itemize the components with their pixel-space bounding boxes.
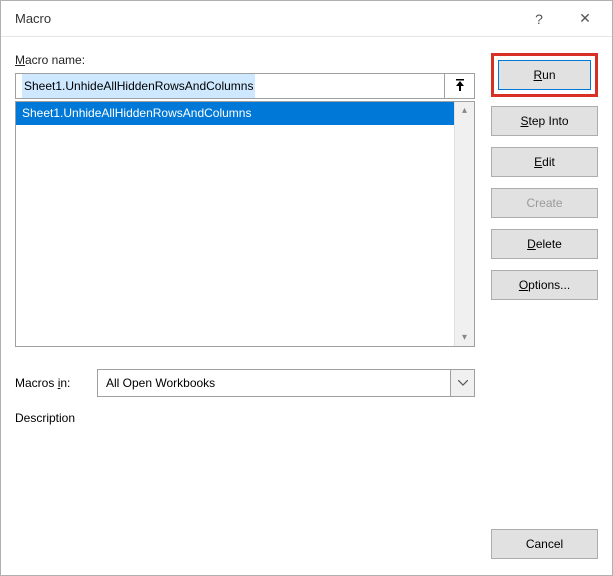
macros-in-combo[interactable]: All Open Workbooks [97,369,475,397]
scroll-up-icon: ▴ [462,105,467,116]
macro-name-row: Sheet1.UnhideAllHiddenRowsAndColumns [15,73,475,99]
close-button[interactable]: ✕ [562,3,608,35]
macro-listbox-wrap: Sheet1.UnhideAllHiddenRowsAndColumns ▴ ▾ [15,101,475,347]
macro-name-input[interactable]: Sheet1.UnhideAllHiddenRowsAndColumns [15,73,445,99]
macro-name-label: Macro name: [15,53,475,67]
dialog-title: Macro [15,11,516,26]
scroll-down-icon: ▾ [462,332,467,343]
macros-in-label: Macros in: [15,376,85,390]
macros-in-selected: All Open Workbooks [98,370,450,396]
titlebar: Macro ? ✕ [1,1,612,37]
cancel-wrap: Cancel [491,529,598,559]
goto-arrow-icon [454,79,466,93]
description-label: Description [15,411,475,425]
goto-macro-button[interactable] [445,73,475,99]
help-button[interactable]: ? [516,3,562,35]
create-button: Create [491,188,598,218]
chevron-down-icon [458,380,468,386]
macros-in-row: Macros in: All Open Workbooks [15,369,475,397]
button-column: Run Step Into Edit Create Delete Options… [491,53,598,425]
list-item[interactable]: Sheet1.UnhideAllHiddenRowsAndColumns [16,102,454,125]
run-highlight-box: Run [491,53,598,97]
step-into-button[interactable]: Step Into [491,106,598,136]
dialog-content: Macro name: Sheet1.UnhideAllHiddenRowsAn… [1,37,612,439]
run-button[interactable]: Run [498,60,591,90]
delete-button[interactable]: Delete [491,229,598,259]
cancel-button[interactable]: Cancel [491,529,598,559]
macro-listbox[interactable]: Sheet1.UnhideAllHiddenRowsAndColumns [16,102,454,346]
left-panel: Macro name: Sheet1.UnhideAllHiddenRowsAn… [15,53,475,425]
options-button[interactable]: Options... [491,270,598,300]
listbox-scrollbar[interactable]: ▴ ▾ [454,102,474,346]
edit-button[interactable]: Edit [491,147,598,177]
combo-arrow[interactable] [450,370,474,396]
